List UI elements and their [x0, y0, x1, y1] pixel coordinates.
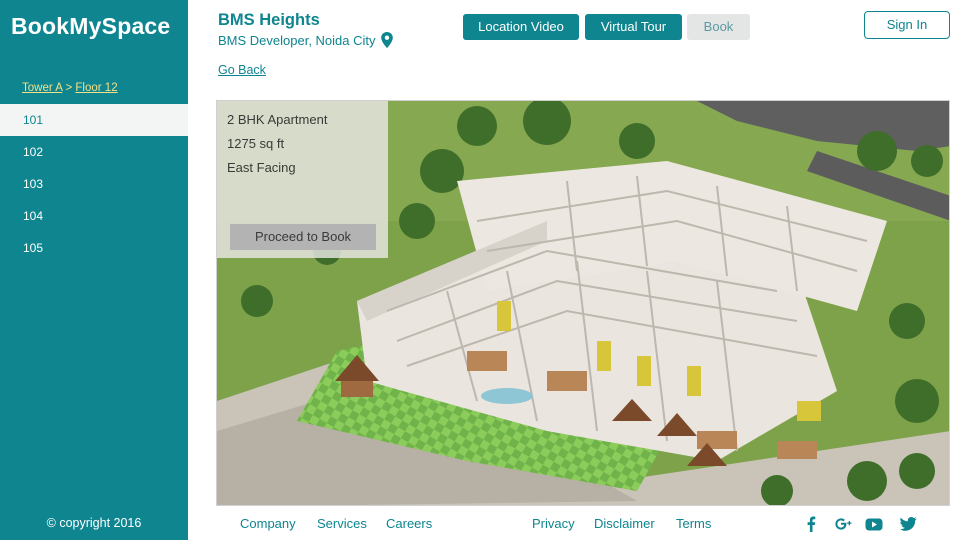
unit-details-panel: 2 BHK Apartment 1275 sq ft East Facing P… — [217, 101, 388, 258]
footer-link-disclaimer[interactable]: Disclaimer — [594, 516, 655, 531]
facebook-icon[interactable] — [802, 515, 820, 533]
unit-item-101[interactable]: 101 — [0, 104, 188, 136]
virtual-tour-button[interactable]: Virtual Tour — [585, 14, 682, 40]
breadcrumb: Tower A > Floor 12 — [22, 82, 118, 94]
youtube-icon[interactable] — [865, 515, 883, 533]
copyright-text: © copyright 2016 — [46, 516, 142, 530]
breadcrumb-separator: > — [65, 82, 73, 94]
unit-facing: East Facing — [227, 160, 296, 175]
project-title: BMS Heights — [218, 11, 320, 29]
unit-list: 101 102 103 104 105 — [0, 104, 188, 264]
go-back-link[interactable]: Go Back — [218, 63, 266, 77]
brand-logo[interactable]: BookMySpace — [11, 13, 170, 40]
unit-area: 1275 sq ft — [227, 136, 285, 151]
footer-link-services[interactable]: Services — [317, 516, 367, 531]
proceed-to-book-button[interactable]: Proceed to Book — [230, 224, 376, 250]
twitter-icon[interactable] — [899, 515, 917, 533]
breadcrumb-floor-link[interactable]: Floor 12 — [75, 82, 117, 94]
map-pin-icon[interactable] — [380, 32, 394, 48]
breadcrumb-tower-link[interactable]: Tower A — [22, 82, 62, 94]
google-plus-icon[interactable] — [835, 515, 853, 533]
unit-type: 2 BHK Apartment — [227, 112, 328, 127]
location-video-button[interactable]: Location Video — [463, 14, 579, 40]
project-location-text: BMS Developer, Noida City — [218, 32, 376, 48]
book-button[interactable]: Book — [687, 14, 750, 40]
sidebar: BookMySpace Tower A > Floor 12 101 102 1… — [0, 0, 188, 540]
footer-link-privacy[interactable]: Privacy — [532, 516, 575, 531]
building-render-image: 2 BHK Apartment 1275 sq ft East Facing P… — [216, 100, 950, 506]
unit-item-104[interactable]: 104 — [0, 200, 188, 232]
unit-item-103[interactable]: 103 — [0, 168, 188, 200]
unit-item-102[interactable]: 102 — [0, 136, 188, 168]
project-subtitle: BMS Developer, Noida City — [218, 32, 394, 48]
sign-in-button[interactable]: Sign In — [864, 11, 950, 39]
footer-link-careers[interactable]: Careers — [386, 516, 432, 531]
footer-link-company[interactable]: Company — [240, 516, 296, 531]
unit-item-105[interactable]: 105 — [0, 232, 188, 264]
footer-link-terms[interactable]: Terms — [676, 516, 711, 531]
